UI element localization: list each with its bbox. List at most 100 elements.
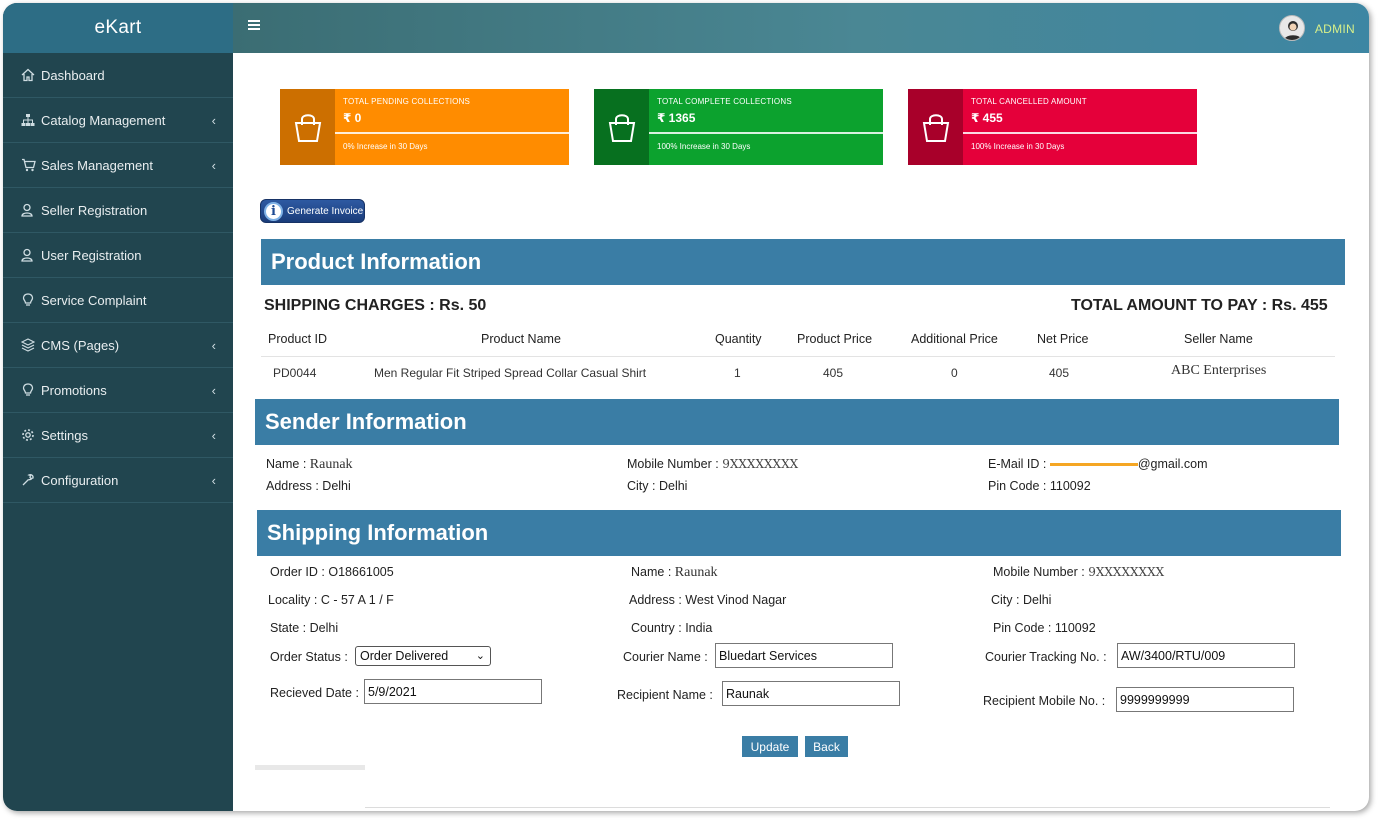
shipping-mobile: Mobile Number : 9XXXXXXXX: [993, 565, 1165, 579]
redacted-mark: [1049, 463, 1138, 467]
sidebar-item-sales-management[interactable]: Sales Management ‹: [3, 143, 233, 188]
generate-invoice-button[interactable]: i Generate Invoice: [260, 199, 365, 223]
sidebar-item-label: Catalog Management: [41, 112, 166, 128]
sender-address: Address : Delhi: [266, 479, 351, 493]
sender-mobile: Mobile Number : 9XXXXXXXX: [627, 457, 799, 471]
order-status-label: Order Status :: [270, 650, 348, 664]
home-icon: [20, 67, 36, 83]
shipping-pin: Pin Code : 110092: [993, 621, 1096, 635]
sidebar-item-promotions[interactable]: Promotions ‹: [3, 368, 233, 413]
stat-card-pending: TOTAL PENDING COLLECTIONS ₹ 0 0% Increas…: [280, 89, 569, 165]
table-header: Additional Price: [911, 332, 998, 346]
recipient-name-label: Recipient Name :: [617, 688, 713, 702]
tracking-number-input[interactable]: AW/3400/RTU/009: [1117, 643, 1295, 668]
table-header: Net Price: [1037, 332, 1089, 346]
gear-icon: [20, 427, 36, 443]
wrench-icon: [20, 472, 36, 488]
received-date-label: Recieved Date :: [270, 686, 359, 700]
chevron-left-icon: ‹: [211, 473, 216, 488]
back-button[interactable]: Back: [805, 736, 848, 757]
card-value: ₹ 0: [343, 111, 362, 125]
shopping-bag-icon: [908, 89, 963, 165]
sidebar-item-label: Seller Registration: [41, 202, 148, 218]
menu-toggle-icon[interactable]: [248, 20, 260, 32]
card-value: ₹ 1365: [657, 111, 696, 125]
card-value: ₹ 455: [971, 111, 1003, 125]
product-information-heading: Product Information: [261, 239, 1345, 285]
lightbulb-icon: [20, 292, 36, 308]
shipping-charges: SHIPPING CHARGES : Rs. 50: [264, 297, 487, 314]
table-header: Seller Name: [1184, 332, 1253, 346]
sidebar-item-seller-registration[interactable]: Seller Registration: [3, 188, 233, 233]
card-footnote: 100% Increase in 30 Days: [971, 142, 1065, 151]
total-amount-to-pay: TOTAL AMOUNT TO PAY : Rs. 455: [1071, 297, 1328, 314]
table-header: Product Name: [481, 332, 561, 346]
recipient-name-input[interactable]: Raunak: [722, 681, 900, 706]
stat-card-complete: TOTAL COMPLETE COLLECTIONS ₹ 1365 100% I…: [594, 89, 883, 165]
card-title: TOTAL CANCELLED AMOUNT: [971, 97, 1087, 106]
sidebar-item-label: Dashboard: [41, 67, 105, 83]
sidebar-item-label: Settings: [41, 427, 88, 443]
chevron-left-icon: ‹: [211, 113, 216, 128]
generate-invoice-label: Generate Invoice: [287, 205, 364, 217]
stat-card-cancelled: TOTAL CANCELLED AMOUNT ₹ 455 100% Increa…: [908, 89, 1197, 165]
sender-city: City : Delhi: [627, 479, 688, 493]
table-cell: 405: [1049, 366, 1070, 380]
sidebar-item-catalog-management[interactable]: Catalog Management ‹: [3, 98, 233, 143]
layers-icon: [20, 337, 36, 353]
sidebar-item-user-registration[interactable]: User Registration: [3, 233, 233, 278]
state: State : Delhi: [270, 621, 339, 635]
card-footnote: 0% Increase in 30 Days: [343, 142, 428, 151]
card-footnote: 100% Increase in 30 Days: [657, 142, 751, 151]
admin-user-label[interactable]: ADMIN: [1315, 22, 1355, 36]
sidebar-item-label: User Registration: [41, 247, 142, 263]
sidebar-item-label: Sales Management: [41, 157, 154, 173]
sidebar-item-label: Configuration: [41, 472, 119, 488]
received-date-input[interactable]: 5/9/2021: [364, 679, 542, 704]
table-cell: 1: [734, 366, 741, 380]
shipping-name: Name : Raunak: [631, 565, 718, 580]
order-id: Order ID : O18661005: [270, 565, 394, 579]
table-header: Product Price: [797, 332, 873, 346]
chevron-down-icon: ⌄: [475, 650, 485, 662]
update-button[interactable]: Update: [742, 736, 798, 757]
table-cell: Men Regular Fit Striped Spread Collar Ca…: [374, 366, 647, 380]
sidebar-item-settings[interactable]: Settings ‹: [3, 413, 233, 458]
table-header: Product ID: [268, 332, 328, 346]
sidebar-item-cms-pages[interactable]: CMS (Pages) ‹: [3, 323, 233, 368]
table-cell: PD0044: [273, 366, 317, 380]
sidebar-item-label: Promotions: [41, 382, 107, 398]
shipping-address: Address : West Vinod Nagar: [629, 593, 787, 607]
shipping-information-heading: Shipping Information: [257, 510, 1341, 556]
sitemap-icon: [20, 112, 36, 128]
recipient-mobile-input[interactable]: 9999999999: [1116, 687, 1294, 712]
sidebar-item-service-complaint[interactable]: Service Complaint: [3, 278, 233, 323]
courier-name-input[interactable]: Bluedart Services: [715, 643, 893, 668]
sender-email: E-Mail ID : @gmail.com: [988, 457, 1208, 471]
topbar: ADMIN: [233, 3, 1369, 53]
chevron-left-icon: ‹: [211, 338, 216, 353]
table-cell: ABC Enterprises: [1171, 363, 1267, 378]
cart-icon: [20, 157, 36, 173]
sidebar-item-configuration[interactable]: Configuration ‹: [3, 458, 233, 503]
avatar[interactable]: [1279, 15, 1305, 41]
shipping-city: City : Delhi: [991, 593, 1052, 607]
chevron-left-icon: ‹: [211, 158, 216, 173]
shopping-bag-icon: [594, 89, 649, 165]
recipient-mobile-label: Recipient Mobile No. :: [983, 694, 1106, 708]
sender-name: Name : Raunak: [266, 457, 353, 472]
sidebar-item-dashboard[interactable]: Dashboard: [3, 53, 233, 98]
chevron-left-icon: ‹: [211, 428, 216, 443]
brand-logo[interactable]: eKart: [3, 3, 233, 53]
card-title: TOTAL COMPLETE COLLECTIONS: [657, 97, 792, 106]
shopping-bag-icon: [280, 89, 335, 165]
order-status-select[interactable]: Order Delivered ⌄: [355, 646, 491, 666]
locality: Locality : C - 57 A 1 / F: [268, 593, 394, 607]
sidebar-item-label: CMS (Pages): [41, 337, 120, 353]
sender-pin: Pin Code : 110092: [988, 479, 1091, 493]
sidebar-item-label: Service Complaint: [41, 292, 147, 308]
order-status-value: Order Delivered: [360, 649, 449, 663]
user-icon: [20, 247, 36, 263]
courier-name-label: Courier Name :: [623, 650, 708, 664]
sender-information-heading: Sender Information: [255, 399, 1339, 445]
